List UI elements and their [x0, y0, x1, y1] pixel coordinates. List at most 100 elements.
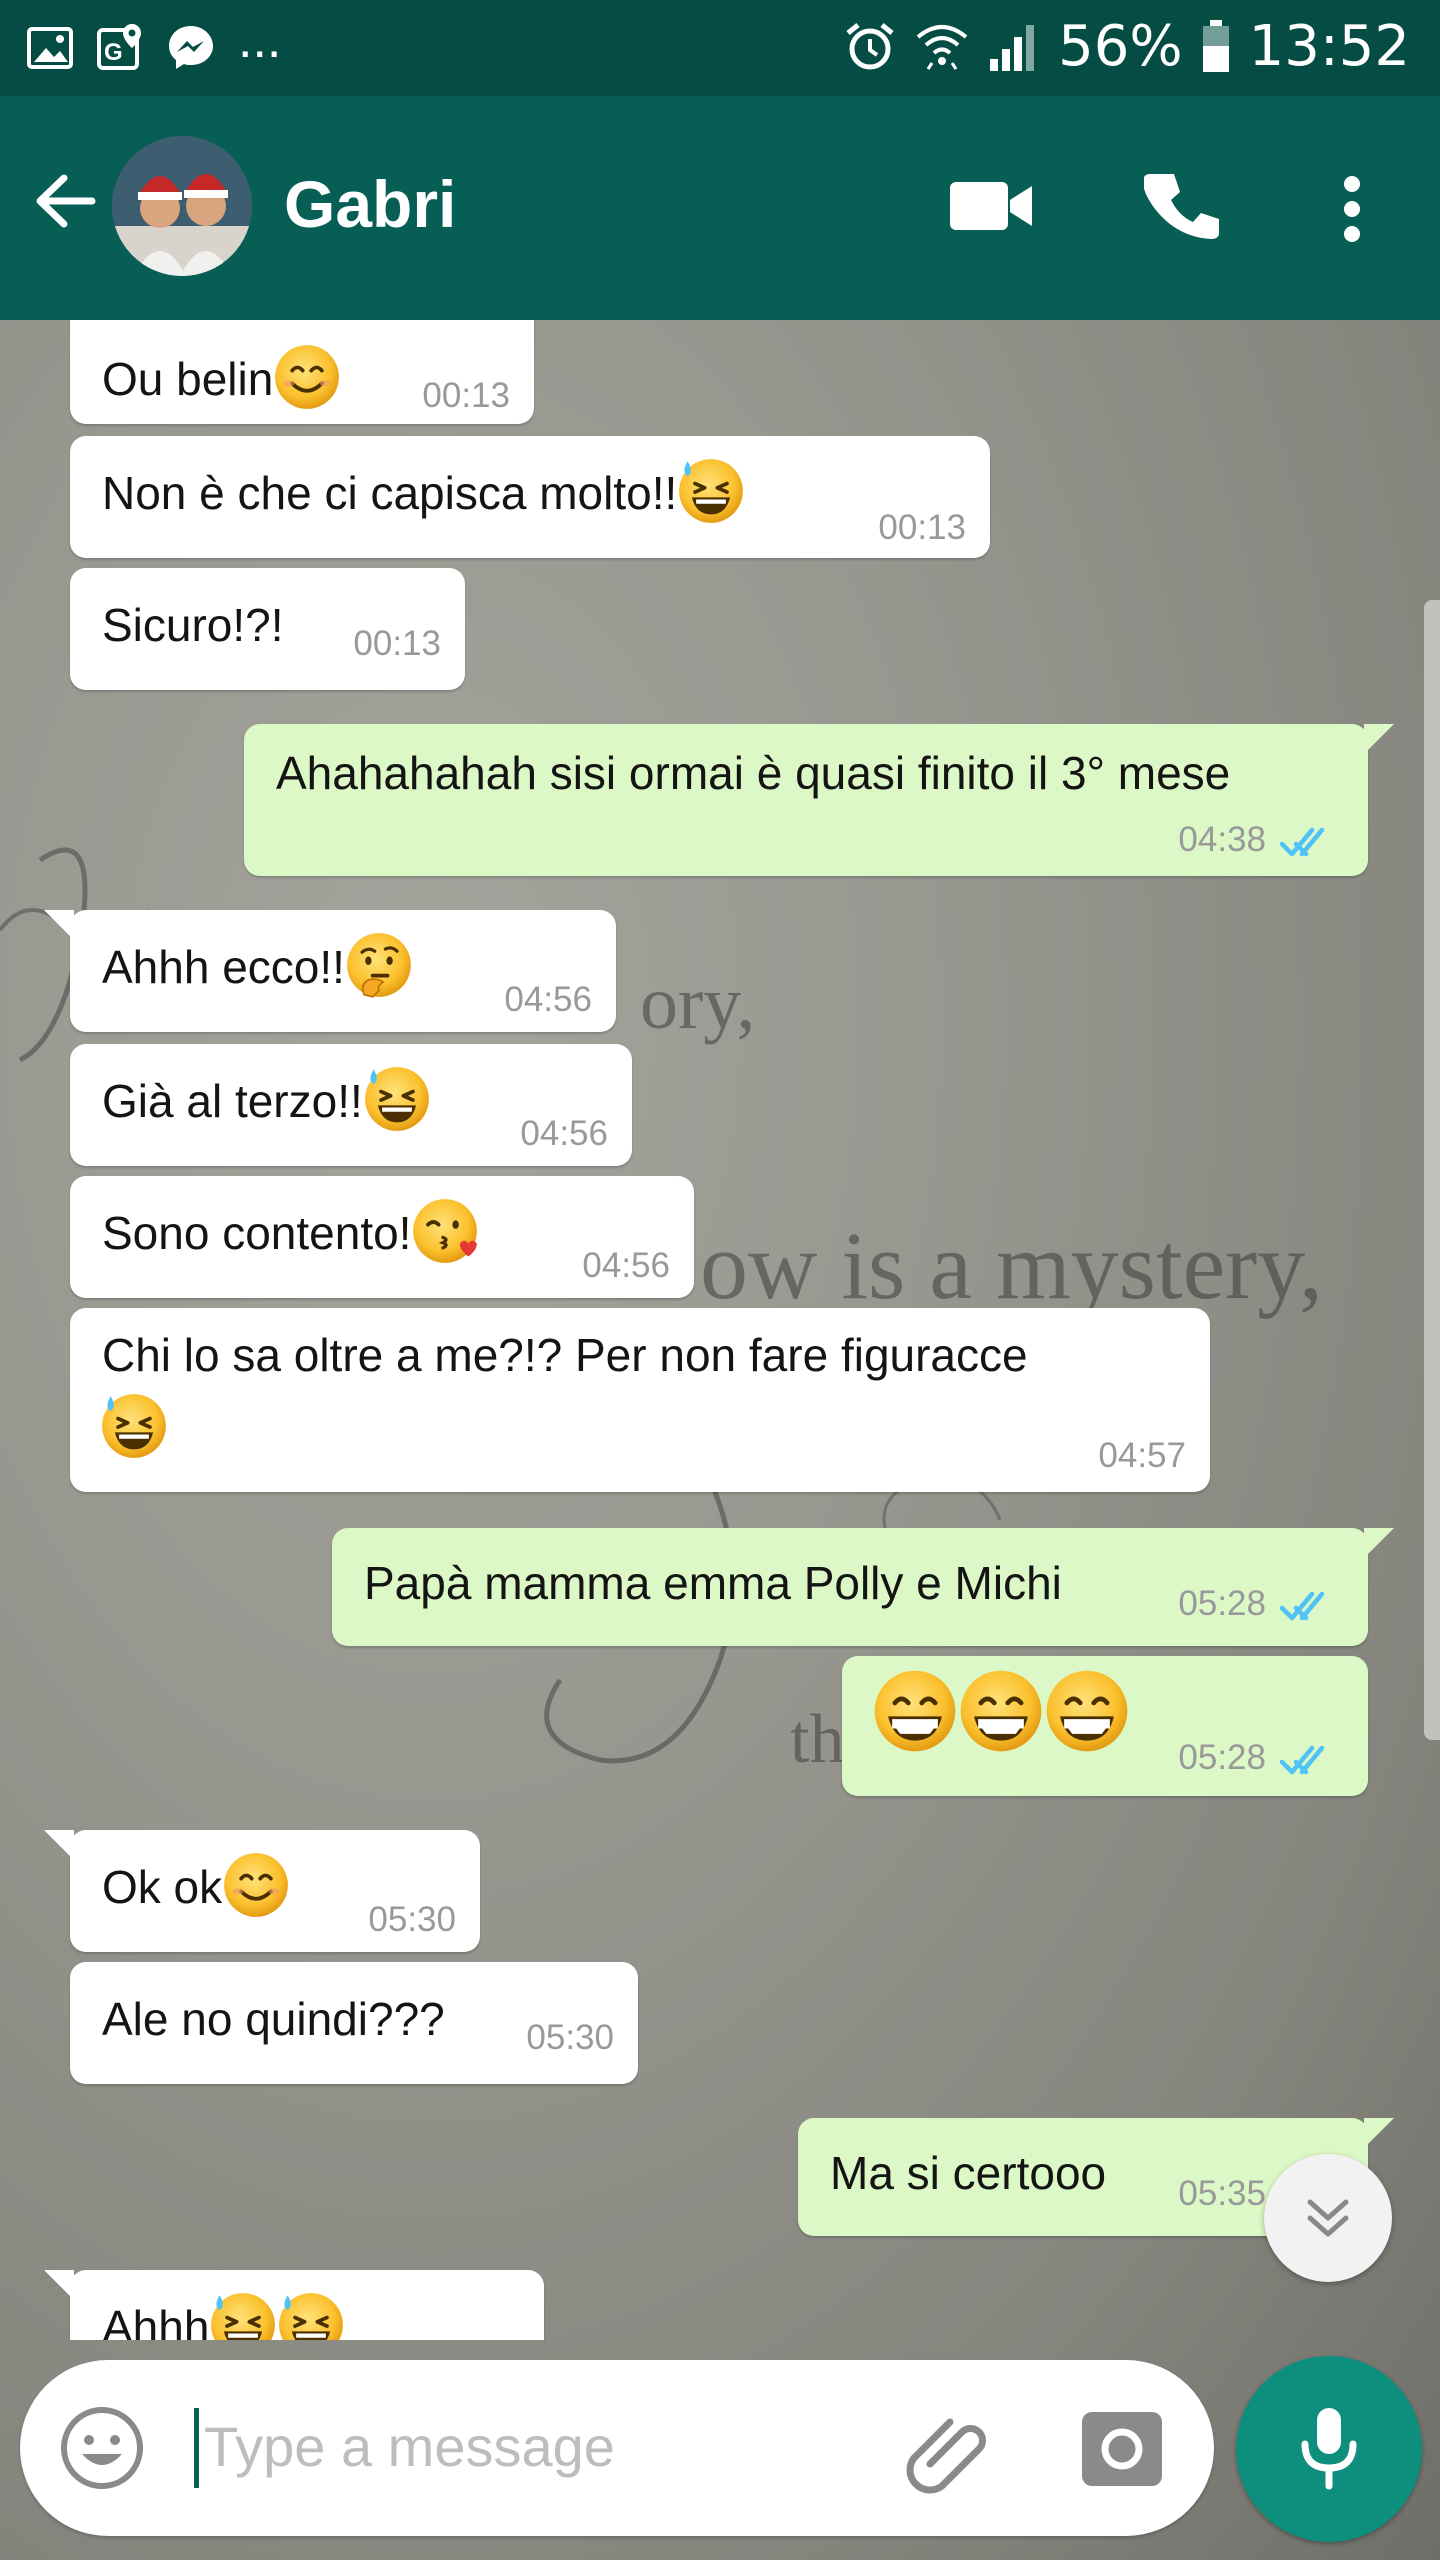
camera-icon[interactable]: [1080, 2406, 1164, 2490]
sweat-smile-emoji: [363, 1065, 431, 1133]
message-time: 00:13: [353, 624, 441, 663]
video-call-icon[interactable]: [948, 178, 1034, 234]
contact-name[interactable]: Gabri: [284, 166, 456, 242]
message-list[interactable]: Ou belin 00:13 Non è che ci capisca molt…: [0, 320, 1440, 2340]
grin-emoji: [872, 1668, 958, 1754]
smile-emoji: [273, 343, 341, 411]
message-text: Ou belin: [102, 352, 341, 411]
bubble-tail: [1364, 2118, 1394, 2148]
avatar-image: [112, 136, 252, 276]
clock: 13:52: [1248, 14, 1410, 79]
wifi-icon: [916, 24, 968, 70]
svg-text:G: G: [104, 39, 123, 66]
message-text: Ale no quindi???: [102, 1993, 445, 2045]
message-text-content: Ahhh: [102, 2301, 210, 2340]
message-time: 05:30: [526, 2018, 614, 2057]
kiss-emoji: [411, 1197, 479, 1265]
message-time: 05:35: [1178, 2174, 1266, 2213]
message-incoming[interactable]: Non è che ci capisca molto!! 00:13: [70, 436, 990, 558]
grin-emoji: [1044, 1668, 1130, 1754]
message-text: Ahhh: [102, 2300, 345, 2340]
message-outgoing[interactable]: Papà mamma emma Polly e Michi 05:28: [332, 1528, 1394, 1646]
message-input[interactable]: Type a message: [204, 2414, 615, 2479]
message-incoming[interactable]: Ou belin 00:13: [70, 320, 534, 424]
bubble-tail: [1364, 724, 1394, 754]
grin-emoji: [958, 1668, 1044, 1754]
more-vert-icon[interactable]: [1338, 174, 1366, 244]
message-incoming[interactable]: Già al terzo!! 04:56: [70, 1044, 632, 1166]
scrollbar[interactable]: [1424, 600, 1440, 1740]
message-time: 00:13: [422, 376, 510, 415]
read-ticks-icon: [1278, 1586, 1342, 1626]
message-text-content: Già al terzo!!: [102, 1075, 363, 1127]
message-text-content: Ou belin: [102, 353, 274, 405]
read-ticks-icon: [1278, 1740, 1342, 1780]
signal-icon: [990, 24, 1035, 71]
sweat-smile-emoji: [100, 1392, 168, 1460]
attach-icon[interactable]: [900, 2404, 996, 2500]
message-incoming[interactable]: Ale no quindi??? 05:30: [70, 1962, 638, 2084]
alarm-icon: [846, 22, 894, 69]
message-text: Sono contento!: [102, 1206, 479, 1265]
bubble-tail: [44, 1830, 74, 1860]
maps-icon: G: [97, 24, 141, 70]
status-more: ...: [238, 11, 282, 69]
message-time: 05:28: [1178, 1584, 1266, 1623]
message-time: 00:13: [878, 508, 966, 547]
smile-emoji: [222, 1851, 290, 1919]
scroll-down-icon: [1307, 2199, 1349, 2237]
bubble-tail: [44, 910, 74, 940]
message-text: Ahahahahah sisi ormai è quasi finito il …: [276, 747, 1231, 799]
message-outgoing[interactable]: Ahahahahah sisi ormai è quasi finito il …: [244, 724, 1394, 876]
messenger-icon: [169, 26, 213, 69]
sweat-smile-emoji: [277, 2291, 345, 2340]
avatar[interactable]: [112, 136, 252, 276]
message-text-content: Non è che ci capisca molto!!: [102, 467, 678, 519]
message-time: 04:56: [582, 1246, 670, 1285]
message-outgoing[interactable]: 05:28: [842, 1656, 1368, 1796]
message-text: Ok ok: [102, 1860, 290, 1919]
text-cursor: [194, 2408, 199, 2488]
message-time: 04:57: [1098, 1436, 1186, 1475]
message-text: Già al terzo!!: [102, 1074, 431, 1133]
mic-icon: [1301, 2408, 1357, 2490]
message-text-content: Sono contento!: [102, 1207, 412, 1259]
message-text: Ma si certooo: [830, 2147, 1107, 2199]
gallery-icon: [27, 27, 73, 69]
message-emoji-row: [872, 1680, 1130, 1754]
message-time: 04:56: [520, 1114, 608, 1153]
sweat-smile-emoji: [209, 2291, 277, 2340]
message-time: 04:56: [504, 980, 592, 1019]
message-composer: Type a message: [20, 2360, 1214, 2536]
message-incoming[interactable]: Ok ok 05:30: [44, 1830, 480, 1952]
message-text-content: Ok ok: [102, 1861, 223, 1913]
message-text: Sicuro!?!: [102, 599, 284, 651]
message-time: 05:30: [368, 1900, 456, 1939]
message-incoming[interactable]: Ahhh: [44, 2270, 544, 2340]
back-arrow-icon[interactable]: [30, 166, 100, 236]
message-text: Non è che ci capisca molto!!: [102, 466, 745, 525]
message-time: 05:28: [1178, 1738, 1266, 1777]
read-ticks-icon: [1278, 822, 1342, 862]
mic-button[interactable]: [1236, 2356, 1422, 2542]
message-text: Papà mamma emma Polly e Michi: [364, 1557, 1062, 1609]
message-text-content: Ahhh ecco!!: [102, 941, 345, 993]
message-text: Ahhh ecco!!: [102, 940, 413, 999]
message-incoming[interactable]: Ahhh ecco!! 04:56: [44, 910, 616, 1032]
message-incoming[interactable]: Sono contento! 04:56: [70, 1176, 694, 1298]
message-text: Chi lo sa oltre a me?!? Per non fare fig…: [102, 1329, 1028, 1381]
bubble-tail: [44, 2270, 74, 2300]
battery-icon: [1202, 19, 1229, 72]
message-incoming[interactable]: Chi lo sa oltre a me?!? Per non fare fig…: [70, 1308, 1210, 1492]
sweat-smile-emoji: [677, 457, 745, 525]
message-time: 04:38: [1178, 820, 1266, 859]
message-incoming[interactable]: Sicuro!?! 00:13: [70, 568, 465, 690]
phone-icon[interactable]: [1144, 168, 1222, 246]
status-bar: G ... 56% 13:52: [0, 0, 1440, 96]
scroll-to-bottom-button[interactable]: [1264, 2154, 1392, 2282]
thinking-emoji: [345, 931, 413, 999]
chat-header: Gabri: [0, 96, 1440, 320]
emoji-icon[interactable]: [58, 2404, 146, 2492]
bubble-tail: [1364, 1528, 1394, 1558]
battery-percent: 56%: [1058, 14, 1183, 79]
